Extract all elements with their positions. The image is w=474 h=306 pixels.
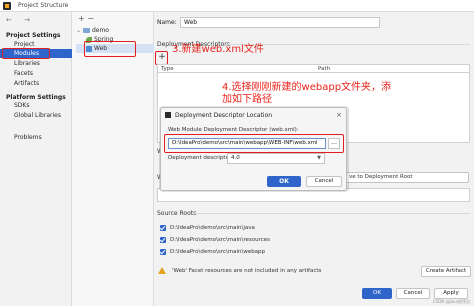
column-type: Type xyxy=(161,66,174,72)
cancel-button[interactable]: Cancel xyxy=(396,288,430,299)
nav-back-forward[interactable]: ← → xyxy=(6,16,35,24)
chevron-down-icon: ▼ xyxy=(317,155,321,161)
dialog-title: Deployment Descriptor Location xyxy=(175,112,273,119)
tree-item-label: demo xyxy=(91,27,109,34)
create-artifact-button[interactable]: Create Artifact xyxy=(421,266,471,277)
descriptor-path-label: Web Module Deployment Descriptor (web.xm… xyxy=(168,127,299,133)
warning-icon xyxy=(158,267,166,274)
descriptors-table-header: Type Path xyxy=(157,64,470,73)
platform-settings-header: Platform Settings xyxy=(6,94,66,101)
add-to-deployment-root-button[interactable]: ve to Deployment Root xyxy=(344,172,469,183)
sidebar-item-artifacts[interactable]: Artifacts xyxy=(0,79,72,88)
sidebar-item-facets[interactable]: Facets xyxy=(0,69,72,78)
warning-message: 'Web' Facet resources are not included i… xyxy=(172,268,322,274)
sidebar-item-libraries[interactable]: Libraries xyxy=(0,59,72,68)
tree-item-demo[interactable]: ⌄ demo xyxy=(76,26,109,35)
selected-version: 4.0 xyxy=(231,155,240,161)
chevron-down-icon: ⌄ xyxy=(76,27,83,34)
annotation-highlight-web xyxy=(84,41,136,57)
project-settings-header: Project Settings xyxy=(6,32,61,39)
column-path: Path xyxy=(318,66,331,72)
descriptor-version-select[interactable]: 4.0 ▼ xyxy=(227,153,325,164)
name-label: Name: xyxy=(157,19,177,26)
window-title: Project Structure xyxy=(18,2,69,9)
intellij-app-icon xyxy=(165,112,171,118)
source-root-row[interactable]: D:\IdeaPro\demo\src\main\java xyxy=(160,223,255,233)
watermark: CSDN @Java程序员 xyxy=(432,299,470,304)
checkbox-checked-icon[interactable] xyxy=(160,248,166,255)
annotation-step3: 3.新建web.xml文件 xyxy=(172,44,264,55)
ok-button[interactable]: OK xyxy=(362,288,392,299)
source-root-row[interactable]: D:\IdeaPro\demo\src\main\resources xyxy=(160,235,270,245)
folder-icon xyxy=(82,28,90,33)
annotation-highlight-add xyxy=(155,51,168,65)
name-field[interactable]: Web xyxy=(180,17,380,28)
annotation-highlight-modules xyxy=(2,48,50,59)
title-bar: Project Structure xyxy=(0,0,474,12)
source-root-row[interactable]: D:\IdeaPro\demo\src\main\webapp xyxy=(160,247,265,257)
source-root-path: D:\IdeaPro\demo\src\main\webapp xyxy=(170,249,266,255)
apply-button[interactable]: Apply xyxy=(434,288,468,299)
source-root-path: D:\IdeaPro\demo\src\main\java xyxy=(170,225,255,231)
checkbox-checked-icon[interactable] xyxy=(160,236,166,243)
sidebar-item-sdks[interactable]: SDKs xyxy=(0,101,72,110)
checkbox-checked-icon[interactable] xyxy=(160,224,166,231)
annotation-highlight-path xyxy=(164,134,344,153)
tree-toolbar[interactable]: + − xyxy=(78,14,94,23)
source-root-path: D:\IdeaPro\demo\src\main\resources xyxy=(170,237,270,243)
close-icon[interactable]: × xyxy=(336,111,342,119)
annotation-step4: 4.选择刚刚新建的webapp文件夹，添加如下路径 xyxy=(222,82,392,105)
source-roots-label: Source Roots xyxy=(157,210,197,217)
section-divider xyxy=(193,213,470,214)
dialog-ok-button[interactable]: OK xyxy=(267,176,301,187)
intellij-app-icon xyxy=(3,2,11,10)
dialog-cancel-button[interactable]: Cancel xyxy=(306,176,342,187)
sidebar-item-global-libraries[interactable]: Global Libraries xyxy=(0,111,72,120)
sidebar-item-problems[interactable]: Problems xyxy=(0,133,72,142)
